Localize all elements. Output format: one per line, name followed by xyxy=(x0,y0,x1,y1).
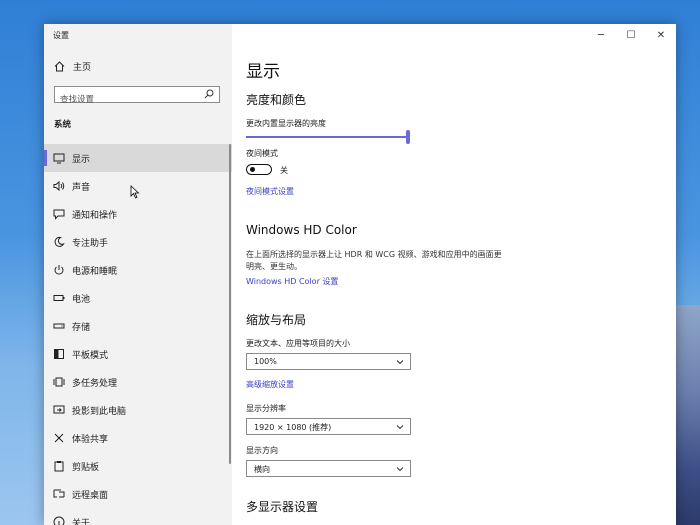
sidebar: 设置 主页 系统 显示 声音 通知和操作 专注助手 xyxy=(44,24,232,525)
sidebar-item-power-sleep[interactable]: 电源和睡眠 xyxy=(44,256,232,284)
sidebar-scrollbar[interactable] xyxy=(229,144,231,464)
sidebar-item-label: 投影到此电脑 xyxy=(72,406,127,417)
sidebar-item-remote-desktop[interactable]: 远程桌面 xyxy=(44,480,232,508)
section-label: 系统 xyxy=(54,120,72,130)
orientation-label: 显示方向 xyxy=(246,446,278,455)
window-title: 设置 xyxy=(53,31,69,40)
sidebar-item-label: 专注助手 xyxy=(72,238,109,249)
sidebar-item-label: 通知和操作 xyxy=(72,210,118,221)
sidebar-item-label: 电源和睡眠 xyxy=(72,266,118,277)
resolution-value: 1920 × 1080 (推荐) xyxy=(254,423,332,432)
sidebar-item-label: 多任务处理 xyxy=(72,378,118,389)
multi-display-heading: 多显示器设置 xyxy=(246,500,319,514)
sidebar-item-label: 平板模式 xyxy=(72,350,109,361)
slider-thumb[interactable] xyxy=(406,130,410,144)
resolution-label: 显示分辨率 xyxy=(246,404,286,413)
hdr-heading: Windows HD Color xyxy=(246,223,357,237)
monitor-icon xyxy=(53,152,65,164)
night-light-settings-link[interactable]: 夜间模式设置 xyxy=(246,186,294,197)
search-input[interactable] xyxy=(55,92,200,108)
scale-label: 更改文本、应用等项目的大小 xyxy=(246,339,350,348)
remote-desktop-icon xyxy=(53,488,65,500)
settings-window: 设置 主页 系统 显示 声音 通知和操作 专注助手 xyxy=(44,24,676,525)
home-link[interactable]: 主页 xyxy=(54,60,91,73)
project-icon xyxy=(53,404,65,416)
advanced-scaling-link[interactable]: 高级缩放设置 xyxy=(246,379,294,390)
sidebar-item-label: 关于 xyxy=(72,518,91,525)
orientation-value: 横向 xyxy=(254,465,270,474)
clipboard-icon xyxy=(53,460,65,472)
mouse-cursor-icon xyxy=(130,185,140,199)
moon-icon xyxy=(53,236,65,248)
sidebar-item-about[interactable]: 关于 xyxy=(44,508,232,525)
toggle-knob xyxy=(250,167,255,172)
maximize-button[interactable]: ☐ xyxy=(616,24,646,46)
battery-icon xyxy=(53,292,65,304)
sidebar-item-clipboard[interactable]: 剪贴板 xyxy=(44,452,232,480)
sidebar-item-tablet-mode[interactable]: 平板模式 xyxy=(44,340,232,368)
scale-heading: 缩放与布局 xyxy=(246,313,307,327)
info-icon xyxy=(53,516,65,525)
brightness-label: 更改内置显示器的亮度 xyxy=(246,119,326,128)
orientation-dropdown[interactable]: 横向 xyxy=(246,460,411,477)
home-label: 主页 xyxy=(73,63,92,73)
home-icon xyxy=(54,61,65,72)
power-icon xyxy=(53,264,65,276)
sidebar-item-shared-experiences[interactable]: 体验共享 xyxy=(44,424,232,452)
brightness-slider[interactable] xyxy=(246,130,410,144)
sidebar-item-multitasking[interactable]: 多任务处理 xyxy=(44,368,232,396)
minimize-button[interactable]: ─ xyxy=(586,24,616,46)
sidebar-item-label: 声音 xyxy=(72,182,91,193)
sidebar-item-label: 远程桌面 xyxy=(72,490,109,501)
resolution-dropdown[interactable]: 1920 × 1080 (推荐) xyxy=(246,418,411,435)
share-icon xyxy=(53,432,65,444)
sidebar-item-focus-assist[interactable]: 专注助手 xyxy=(44,228,232,256)
sidebar-item-storage[interactable]: 存储 xyxy=(44,312,232,340)
multitask-icon xyxy=(53,376,65,388)
speaker-icon xyxy=(53,180,65,192)
search-icon[interactable] xyxy=(204,89,214,99)
notification-icon xyxy=(53,208,65,220)
sidebar-item-label: 电池 xyxy=(72,294,91,305)
search-box[interactable] xyxy=(54,86,220,108)
tablet-icon xyxy=(53,348,65,360)
night-light-state: 关 xyxy=(280,166,288,175)
page-title: 显示 xyxy=(246,62,280,82)
chevron-down-icon xyxy=(396,358,404,366)
sidebar-item-label: 剪贴板 xyxy=(72,462,100,473)
scale-dropdown[interactable]: 100% xyxy=(246,353,411,370)
scale-value: 100% xyxy=(254,357,277,366)
storage-icon xyxy=(53,320,65,332)
sidebar-item-label: 体验共享 xyxy=(72,434,109,445)
brightness-heading: 亮度和颜色 xyxy=(246,93,307,107)
sidebar-item-label: 显示 xyxy=(72,154,91,165)
close-button[interactable]: ✕ xyxy=(646,24,676,46)
hdr-settings-link[interactable]: Windows HD Color 设置 xyxy=(246,276,338,287)
chevron-down-icon xyxy=(396,465,404,473)
sidebar-item-display[interactable]: 显示 xyxy=(44,144,232,172)
sidebar-item-battery[interactable]: 电池 xyxy=(44,284,232,312)
night-light-label: 夜间模式 xyxy=(246,149,278,158)
sidebar-item-notifications[interactable]: 通知和操作 xyxy=(44,200,232,228)
sidebar-item-project[interactable]: 投影到此电脑 xyxy=(44,396,232,424)
sidebar-item-label: 存储 xyxy=(72,322,91,333)
chevron-down-icon xyxy=(396,423,404,431)
hdr-description: 在上面所选择的显示器上让 HDR 和 WCG 视频、游戏和应用中的画面更明亮、更… xyxy=(246,250,502,271)
slider-track xyxy=(246,136,406,138)
night-light-toggle[interactable] xyxy=(246,164,272,175)
main-panel: ─ ☐ ✕ 显示 亮度和颜色 更改内置显示器的亮度 夜间模式 关 夜间模式设置 … xyxy=(232,24,676,525)
